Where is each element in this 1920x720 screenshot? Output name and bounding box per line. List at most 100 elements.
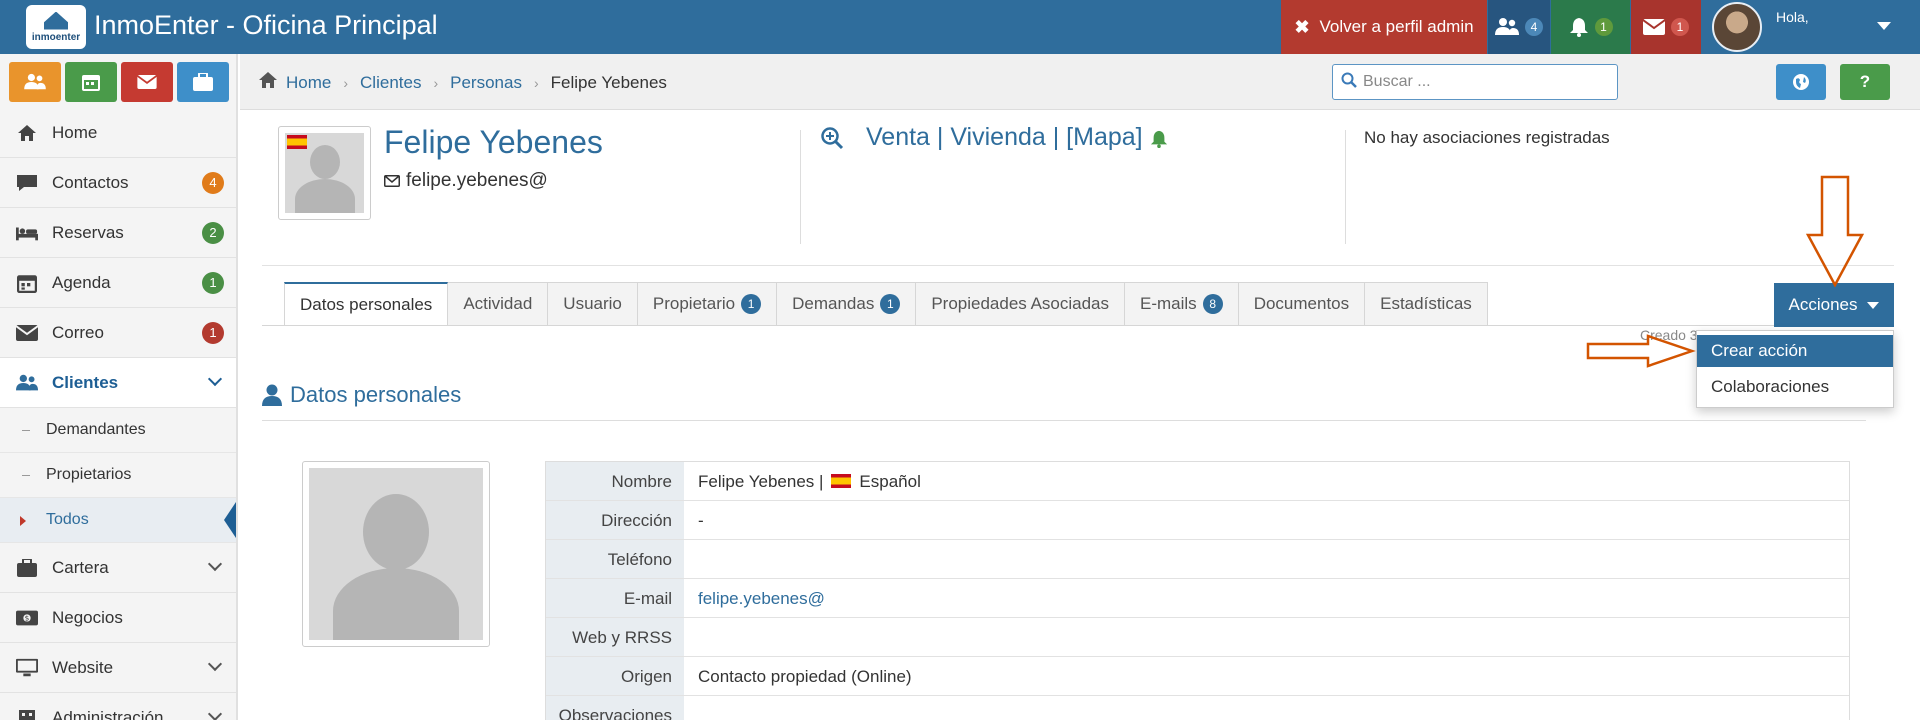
sidebar-item-clientes[interactable]: Clientes [0,358,236,408]
sidebar-item-label: Cartera [52,557,109,577]
person-name: Felipe Yebenes [384,124,603,160]
sidebar-subitem-todos[interactable]: Todos [0,498,236,543]
sidebar-item-home[interactable]: Home [0,108,236,158]
breadcrumb-personas[interactable]: Personas [450,73,522,93]
mail-badge: 1 [1671,18,1689,36]
tab-datos-personales[interactable]: Datos personales [284,282,449,326]
sidebar-item-negocios[interactable]: $ Negocios [0,593,236,643]
tab-estadisticas[interactable]: Estadísticas [1365,282,1488,326]
sidebar-item-label: Negocios [52,607,123,627]
breadcrumb-home[interactable]: Home [286,73,331,93]
tab-badge: 8 [1202,294,1223,314]
sidebar-item-contactos[interactable]: Contactos 4 [0,158,236,208]
field-label: Observaciones [546,696,684,720]
quick-contacts-button[interactable] [9,62,61,102]
sidebar-item-agenda[interactable]: Agenda 1 [0,258,236,308]
bed-icon [16,222,38,244]
help-button[interactable]: ? [1840,64,1890,100]
annotation-arrow-right-icon [1586,334,1696,368]
chevron-down-icon [207,656,223,672]
field-label: E-mail [546,579,684,617]
breadcrumb-bar: Home › Clientes › Personas › Felipe Yebe… [240,54,1920,110]
person-email-text: felipe.yebenes@ [406,170,548,191]
profile-photo[interactable] [302,461,490,647]
spain-flag-icon [287,135,307,149]
tab-actividad[interactable]: Actividad [448,282,549,326]
caret-right-icon [20,516,26,526]
sidebar-item-label: Website [52,657,114,677]
person-email[interactable]: felipe.yebenes@ [384,170,548,192]
sidebar-subitem-propietarios[interactable]: Propietarios [0,453,236,498]
user-icon [262,384,282,406]
sidebar-item-correo[interactable]: Correo 1 [0,308,236,358]
tab-propiedades-asociadas[interactable]: Propiedades Asociadas [916,282,1126,326]
menu-item-colaboraciones[interactable]: Colaboraciones [1697,371,1893,403]
back-to-admin-label: Volver a perfil admin [1319,17,1474,36]
demand-summary-link[interactable]: Venta | Vivienda | [Mapa] [866,123,1143,152]
users-badge: 4 [1525,18,1543,36]
quick-mail-button[interactable] [121,62,173,102]
sidebar-item-label: Reservas [52,222,124,242]
actions-dropdown-button[interactable]: Acciones [1774,283,1894,327]
field-value [684,540,1849,578]
home-icon [16,122,38,144]
field-label: Nombre [546,462,684,500]
tab-emails[interactable]: E-mails 8 [1125,282,1239,326]
briefcase-icon [193,73,213,91]
bell-badge: 1 [1594,18,1613,36]
sidebar-item-label: Contactos [52,172,129,192]
messages-button[interactable]: 1 [1631,0,1701,54]
search-input[interactable] [1363,73,1603,91]
quick-calendar-button[interactable] [65,62,117,102]
avatar[interactable] [1712,2,1762,52]
table-row: Teléfono [546,540,1849,579]
sidebar-item-website[interactable]: Website [0,643,236,693]
mail-icon [16,322,38,344]
app-logo[interactable]: inmoenter [26,5,86,49]
sidebar-item-reservas[interactable]: Reservas 2 [0,208,236,258]
tab-badge: 1 [880,294,901,314]
home-icon[interactable] [258,71,278,94]
correo-badge: 1 [202,321,224,344]
briefcase-icon [16,557,38,579]
tab-usuario[interactable]: Usuario [548,282,638,326]
building-icon [16,707,38,720]
reservas-badge: 2 [202,221,224,244]
sidebar-item-administracion[interactable]: Administración [0,693,236,720]
tab-demandas[interactable]: Demandas 1 [777,282,917,326]
alerts-button[interactable]: 1 [1551,0,1630,54]
quick-briefcase-button[interactable] [177,62,229,102]
sidebar-item-label: Administración [52,707,164,720]
calendar-icon [82,75,100,91]
sidebar-subitem-demandantes[interactable]: Demandantes [0,408,236,453]
bell-icon [1150,130,1168,153]
profile-thumbnail[interactable] [278,126,371,220]
tab-propietario[interactable]: Propietario 1 [637,282,778,326]
actions-label: Acciones [1788,295,1858,314]
sidebar-item-cartera[interactable]: Cartera [0,543,236,593]
chat-icon [16,172,38,194]
caret-down-icon [1867,301,1880,309]
language-button[interactable] [1776,64,1826,100]
email-link[interactable]: felipe.yebenes@ [684,579,1849,617]
sidebar: Home Contactos 4 Reservas 2 Agenda 1 Cor… [0,54,238,720]
field-label: Teléfono [546,540,684,578]
table-row: Observaciones [546,696,1849,720]
sidebar-item-label: Correo [52,322,104,342]
breadcrumb-clientes[interactable]: Clientes [360,73,421,93]
chevron-down-icon[interactable] [1877,22,1891,30]
chevron-down-icon [207,556,223,572]
sidebar-item-label: Home [52,122,98,142]
zoom-in-icon[interactable] [820,126,844,155]
chevron-down-icon [207,706,223,720]
back-to-admin-button[interactable]: ✖ Volver a perfil admin [1281,0,1487,54]
menu-item-crear-accion[interactable]: Crear acción [1697,335,1893,367]
tab-documentos[interactable]: Documentos [1238,282,1366,326]
table-row: Dirección - [546,501,1849,540]
users-icon [24,73,46,90]
chevron-right-icon: › [533,74,539,91]
search-icon [1341,72,1357,93]
users-notifications-button[interactable]: 4 [1488,0,1550,54]
envelope-icon [384,175,400,187]
table-row: E-mail felipe.yebenes@ [546,579,1849,618]
